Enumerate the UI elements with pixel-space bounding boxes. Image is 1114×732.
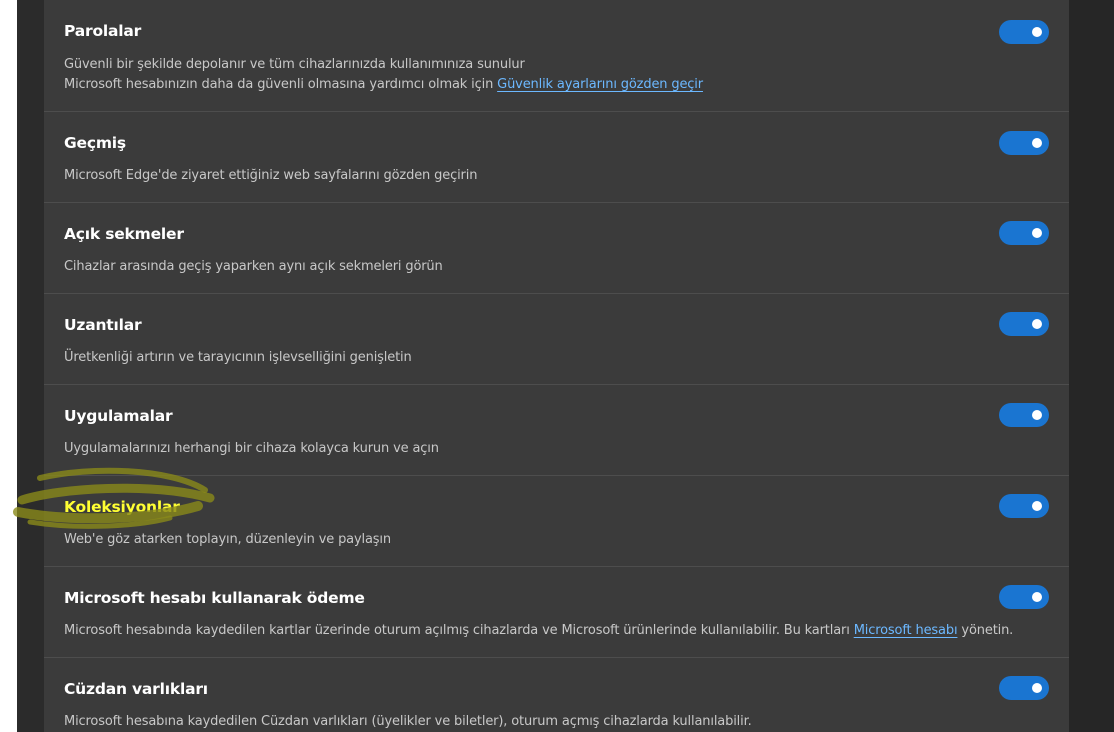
setting-title-passwords: Parolalar [64, 22, 142, 40]
toggle-extensions[interactable] [999, 312, 1049, 336]
setting-row-passwords: Parolalar Güvenli bir şekilde depolanır … [44, 0, 1069, 112]
setting-row-wallet-assets: Cüzdan varlıkları Microsoft hesabına kay… [44, 658, 1069, 732]
setting-row-apps: Uygulamalar Uygulamalarınızı herhangi bi… [44, 385, 1069, 476]
toggle-knob [1032, 592, 1042, 602]
toggle-history[interactable] [999, 131, 1049, 155]
toggle-passwords[interactable] [999, 20, 1049, 44]
setting-title-open-tabs: Açık sekmeler [64, 225, 184, 243]
setting-row-collections: Koleksiyonlar Web'e göz atarken toplayın… [44, 476, 1069, 567]
setting-title-collections: Koleksiyonlar [64, 498, 180, 516]
toggle-knob [1032, 138, 1042, 148]
setting-desc-collections: Web'e göz atarken toplayın, düzenleyin v… [64, 532, 391, 547]
setting-desc-open-tabs: Cihazlar arasında geçiş yaparken aynı aç… [64, 259, 443, 274]
toggle-knob [1032, 683, 1042, 693]
toggle-knob [1032, 27, 1042, 37]
security-settings-link[interactable]: Güvenlik ayarlarını gözden geçir [497, 77, 703, 92]
setting-desc-history: Microsoft Edge'de ziyaret ettiğiniz web … [64, 168, 478, 183]
setting-title-extensions: Uzantılar [64, 316, 142, 334]
setting-row-extensions: Uzantılar Üretkenliği artırın ve tarayıc… [44, 294, 1069, 385]
setting-title-apps: Uygulamalar [64, 407, 173, 425]
toggle-payment[interactable] [999, 585, 1049, 609]
setting-desc-passwords: Güvenli bir şekilde depolanır ve tüm cih… [64, 57, 525, 72]
setting-desc-passwords-line2: Microsoft hesabınızın daha da güvenli ol… [64, 77, 703, 92]
setting-desc-payment-prefix: Microsoft hesabında kaydedilen kartlar ü… [64, 623, 854, 638]
setting-title-wallet-assets: Cüzdan varlıkları [64, 680, 208, 698]
toggle-knob [1032, 410, 1042, 420]
setting-row-open-tabs: Açık sekmeler Cihazlar arasında geçiş ya… [44, 203, 1069, 294]
left-window-edge [0, 0, 17, 732]
toggle-knob [1032, 228, 1042, 238]
sync-settings-panel: Parolalar Güvenli bir şekilde depolanır … [44, 0, 1069, 732]
toggle-knob [1032, 501, 1042, 511]
toggle-open-tabs[interactable] [999, 221, 1049, 245]
toggle-knob [1032, 319, 1042, 329]
microsoft-account-link[interactable]: Microsoft hesabı [854, 623, 958, 638]
setting-desc-passwords-prefix: Microsoft hesabınızın daha da güvenli ol… [64, 77, 498, 92]
setting-desc-payment: Microsoft hesabında kaydedilen kartlar ü… [64, 623, 1013, 638]
setting-row-history: Geçmiş Microsoft Edge'de ziyaret ettiğin… [44, 112, 1069, 203]
setting-desc-extensions: Üretkenliği artırın ve tarayıcının işlev… [64, 350, 412, 365]
setting-row-payment: Microsoft hesabı kullanarak ödeme Micros… [44, 567, 1069, 658]
toggle-apps[interactable] [999, 403, 1049, 427]
setting-desc-apps: Uygulamalarınızı herhangi bir cihaza kol… [64, 441, 439, 456]
toggle-collections[interactable] [999, 494, 1049, 518]
right-window-edge [1069, 0, 1114, 732]
setting-title-payment: Microsoft hesabı kullanarak ödeme [64, 589, 365, 607]
setting-title-history: Geçmiş [64, 134, 126, 152]
setting-desc-wallet-assets: Microsoft hesabına kaydedilen Cüzdan var… [64, 714, 752, 729]
toggle-wallet-assets[interactable] [999, 676, 1049, 700]
setting-desc-payment-suffix: yönetin. [957, 623, 1014, 638]
